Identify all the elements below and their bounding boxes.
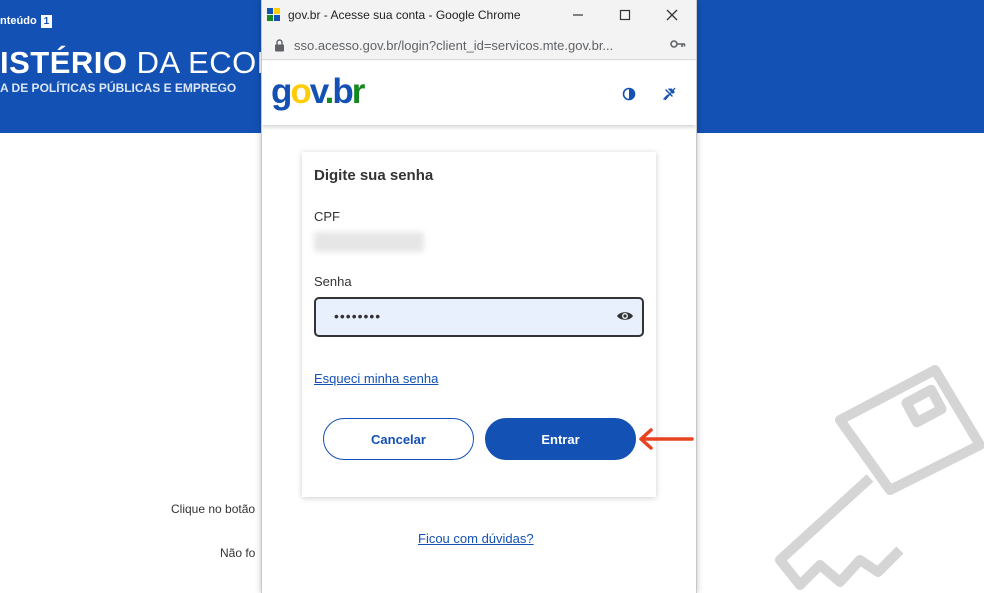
ministry-subtitle: A DE POLÍTICAS PÚBLICAS E EMPREGO: [0, 81, 237, 95]
card-heading: Digite sua senha: [314, 167, 434, 184]
lock-icon: [275, 39, 284, 52]
sign-language-button[interactable]: [658, 83, 680, 105]
login-card: Digite sua senha CPF Senha •••••••• Esqu…: [302, 152, 656, 497]
ministry-title: ISTÉRIO DA ECON: [0, 45, 280, 81]
cpf-value-blurred: [314, 232, 424, 252]
logo-letter-r: r: [351, 72, 366, 111]
window-title: gov.br - Acesse sua conta - Google Chrom…: [288, 8, 521, 22]
forgot-password-link[interactable]: Esqueci minha senha: [314, 371, 438, 386]
password-value: ••••••••: [334, 308, 382, 324]
key-icon[interactable]: [670, 38, 686, 50]
ministry-title-rest: DA ECON: [127, 45, 280, 80]
help-link[interactable]: Ficou com dúvidas?: [418, 531, 534, 546]
address-bar[interactable]: sso.acesso.gov.br/login?client_id=servic…: [262, 30, 696, 60]
ministry-title-bold: ISTÉRIO: [0, 45, 128, 80]
key-illustration-icon: [775, 365, 984, 590]
url-text: sso.acesso.gov.br/login?client_id=servic…: [294, 38, 614, 53]
password-input[interactable]: ••••••••: [314, 297, 644, 337]
cpf-label: CPF: [314, 209, 340, 224]
annotation-arrow-icon: [639, 428, 694, 450]
logo-letter-g: g: [271, 72, 292, 111]
skip-label: nteúdo: [0, 15, 37, 27]
contrast-button[interactable]: [618, 83, 640, 105]
eye-icon[interactable]: [616, 309, 634, 323]
gov-favicon-icon: [267, 8, 280, 21]
sign-language-icon: [663, 87, 676, 101]
skip-shortcut-badge: 1: [40, 15, 53, 28]
logo-letter-v: v: [309, 72, 327, 111]
window-titlebar[interactable]: gov.br - Acesse sua conta - Google Chrom…: [262, 0, 696, 30]
close-button[interactable]: [661, 4, 683, 26]
password-label: Senha: [314, 274, 352, 289]
logo-letter-o: o: [290, 72, 311, 111]
close-icon: [666, 9, 678, 21]
logo-letter-b: b: [332, 72, 353, 111]
login-popup-window: gov.br - Acesse sua conta - Google Chrom…: [261, 0, 697, 593]
background-note-text: Não fo: [220, 546, 256, 560]
contrast-icon: [622, 87, 636, 101]
skip-to-content-link[interactable]: nteúdo 1: [0, 15, 53, 28]
minimize-icon: [573, 14, 583, 16]
minimize-button[interactable]: [567, 4, 589, 26]
maximize-icon: [619, 9, 631, 21]
background-instruction-text: Clique no botão: [171, 502, 256, 516]
maximize-button[interactable]: [614, 4, 636, 26]
govbr-logo[interactable]: gov.br: [271, 72, 366, 112]
govbr-header: gov.br: [262, 61, 696, 125]
enter-button[interactable]: Entrar: [485, 418, 636, 460]
cancel-button[interactable]: Cancelar: [323, 418, 474, 460]
